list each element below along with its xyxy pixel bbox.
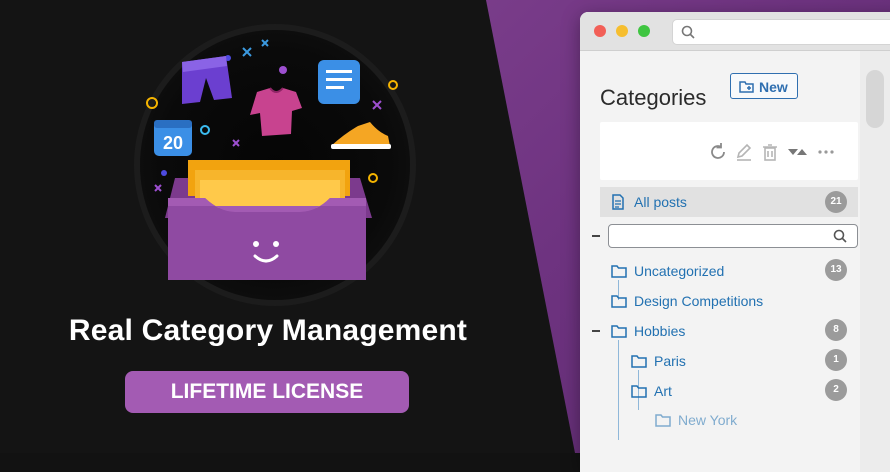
category-label: Hobbies bbox=[634, 323, 686, 339]
product-title: Real Category Management bbox=[68, 314, 468, 347]
folder-icon bbox=[631, 385, 647, 398]
category-item[interactable]: Hobbies 8 bbox=[580, 319, 860, 348]
refresh-icon[interactable] bbox=[708, 142, 728, 162]
folder-icon bbox=[631, 355, 647, 368]
svg-text:20: 20 bbox=[163, 133, 183, 153]
search-icon bbox=[681, 25, 695, 39]
new-button-label: New bbox=[759, 79, 788, 95]
category-item[interactable]: Paris 1 bbox=[580, 349, 860, 378]
folder-icon bbox=[611, 295, 627, 308]
all-posts-row[interactable]: All posts 21 bbox=[600, 187, 858, 217]
new-category-button[interactable]: New bbox=[730, 73, 798, 99]
category-count: 13 bbox=[825, 259, 847, 281]
category-label: New York bbox=[678, 412, 738, 428]
category-search-input[interactable] bbox=[608, 224, 858, 248]
sort-icon[interactable] bbox=[786, 142, 808, 162]
category-item[interactable]: Uncategorized 13 bbox=[580, 259, 860, 288]
minimize-dot-icon[interactable] bbox=[616, 25, 628, 37]
category-count: 8 bbox=[825, 319, 847, 341]
search-icon bbox=[833, 229, 847, 243]
category-label: Uncategorized bbox=[634, 263, 725, 279]
posts-icon bbox=[612, 194, 624, 210]
collapse-icon[interactable] bbox=[592, 330, 600, 332]
category-label: Art bbox=[654, 383, 672, 399]
all-posts-count: 21 bbox=[825, 191, 847, 213]
category-count: 2 bbox=[825, 379, 847, 401]
category-label: Design Competitions bbox=[634, 293, 764, 309]
window-titlebar bbox=[580, 12, 890, 51]
category-box-icon bbox=[165, 160, 372, 280]
folder-icon bbox=[611, 325, 627, 338]
license-badge: LIFETIME LICENSE bbox=[125, 371, 409, 413]
all-posts-label: All posts bbox=[634, 194, 687, 210]
more-icon[interactable] bbox=[816, 142, 836, 162]
shorts-icon bbox=[182, 56, 232, 104]
close-dot-icon[interactable] bbox=[594, 25, 606, 37]
trash-icon[interactable] bbox=[760, 142, 780, 162]
sneaker-icon bbox=[331, 122, 391, 149]
folder-icon bbox=[611, 265, 627, 278]
tshirt-icon bbox=[250, 87, 302, 136]
categories-heading: Categories bbox=[600, 85, 707, 110]
new-folder-icon bbox=[739, 81, 754, 93]
category-label: Paris bbox=[654, 353, 686, 369]
document-icon bbox=[318, 60, 360, 104]
category-item[interactable]: Art 2 bbox=[580, 379, 860, 408]
illustration: 20 bbox=[146, 39, 398, 280]
folder-icon bbox=[655, 414, 671, 427]
calendar-icon: 20 bbox=[154, 120, 192, 156]
edit-icon[interactable] bbox=[734, 142, 754, 162]
category-count: 1 bbox=[825, 349, 847, 371]
address-bar[interactable] bbox=[672, 19, 890, 45]
maximize-dot-icon[interactable] bbox=[638, 25, 650, 37]
browser-window: Categories New All posts 21 Uncategorize… bbox=[580, 12, 890, 472]
collapse-icon[interactable] bbox=[592, 235, 600, 237]
category-item[interactable]: Design Competitions bbox=[580, 292, 860, 318]
scrollbar[interactable] bbox=[866, 70, 884, 128]
category-toolbar bbox=[600, 122, 858, 180]
category-item[interactable]: New York bbox=[580, 411, 860, 437]
